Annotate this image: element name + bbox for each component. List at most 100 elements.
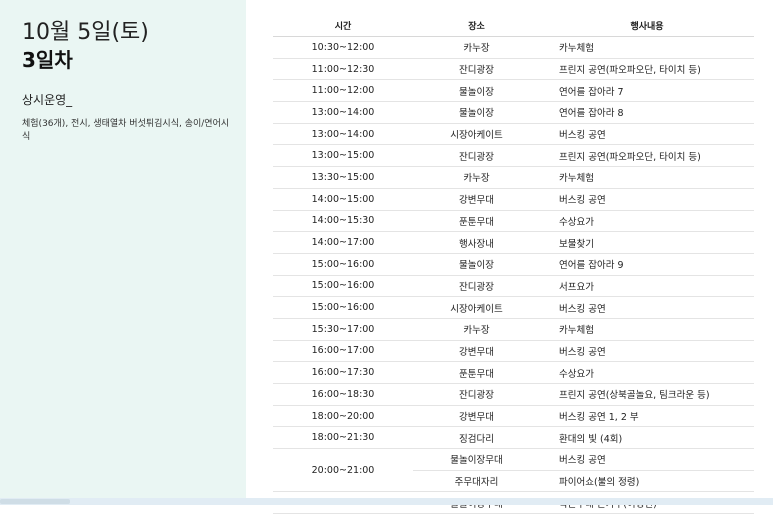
schedule-panel: 시간 장소 행사내용 10:30~12:00 카누장 카누체험 11:00~12:30… [246,0,773,514]
table-body: 10:30~12:00 카누장 카누체험 11:00~12:30 잔디광장 프린지 공연(… [273,37,754,450]
table-row: 14:00~15:30 푼툰무대 수상요가 [273,211,754,233]
table-header: 시간 장소 행사내용 [273,14,754,37]
table-row: 14:00~17:00 행사장내 보물찾기 [273,232,754,254]
cell-time: 13:30~15:00 [311,171,375,183]
table-row: 15:00~16:00 물놀이장 연어를 잡아라 9 [273,254,754,276]
cell-time: 18:00~21:30 [311,432,375,444]
cell-time: 13:00~15:00 [311,150,375,162]
table-row: 13:00~14:00 시장아케이트 버스킹 공연 [273,124,754,146]
cell-time: 15:00~16:00 [311,302,375,314]
cell-place: 강변무대 [459,346,494,358]
cell-event: 프린지 공연(상북골놀요, 팀크라운 등) [559,390,710,402]
table-row: 18:00~21:30 징검다리 환대의 빛 (4회) [273,427,754,450]
table-row: 11:00~12:00 물놀이장 연어를 잡아라 7 [273,80,754,103]
table-row: 18:00~20:00 강변무대 버스킹 공연 1, 2 부 [273,406,754,428]
cell-event: 파이어쇼(불의 정령) [559,477,640,489]
cell-event: 프린지 공연(파오파오단, 타이치 등) [559,65,701,77]
horizontal-scrollbar-track[interactable] [246,498,773,505]
table-row: 11:00~12:30 잔디광장 프린지 공연(파오파오단, 타이치 등) [273,59,754,81]
cell-time: 16:00~17:30 [311,367,375,379]
table-row-merged: 20:00~21:00 물놀이장무대 버스킹 공연 주무대자리 파이어쇼(불의 … [273,449,754,493]
cell-time: 14:00~15:30 [311,215,375,227]
cell-time: 16:00~17:00 [311,345,375,357]
table-row: 13:30~15:00 카누장 카누체험 [273,167,754,189]
merged-subrows: 물놀이장무대 버스킹 공연 주무대자리 파이어쇼(불의 정령) [413,449,754,491]
cell-event: 연어를 잡아라 9 [559,260,624,272]
table-row: 15:00~16:00 잔디광장 서프요가 [273,276,754,298]
cell-time: 10:30~12:00 [311,41,375,53]
cell-place: 카누장 [463,43,490,55]
cell-place: 카누장 [463,325,490,337]
cell-place: 카누장 [463,173,490,185]
cell-place: 징검다리 [459,433,494,445]
cell-place: 시장아케이트 [450,130,503,142]
section-title: 상시운영_ [22,93,73,107]
cell-event: 연어를 잡아라 8 [559,108,624,120]
cell-time: 11:00~12:00 [311,85,375,97]
cell-event: 서프요가 [559,281,594,293]
cell-time: 13:00~14:00 [311,106,375,118]
cell-place: 물놀이장무대 [450,455,503,467]
cell-time: 20:00~21:00 [311,464,375,476]
cell-time: 18:00~20:00 [311,410,375,422]
cell-event: 버스킹 공연 [559,130,606,142]
cell-event: 수상요가 [559,216,594,228]
cell-time: 15:00~16:00 [311,280,375,292]
cell-event: 환대의 빛 (4회) [559,433,623,445]
table-row: 10:30~12:00 카누장 카누체험 [273,37,754,59]
cell-time: 13:00~14:00 [311,128,375,140]
cell-event: 연어를 잡아라 7 [559,86,624,98]
cell-event: 버스킹 공연 [559,195,606,207]
cell-event: 버스킹 공연 [559,455,606,467]
header-time: 시간 [334,21,352,32]
cell-place: 물놀이장 [459,108,494,120]
cell-place: 강변무대 [459,412,494,424]
cell-event: 버스킹 공연 1, 2 부 [559,412,639,424]
table-row: 16:00~17:00 강변무대 버스킹 공연 [273,341,754,363]
table-row: 16:00~18:30 잔디광장 프린지 공연(상북골놀요, 팀크라운 등) [273,384,754,406]
header-place: 장소 [468,21,485,32]
cell-place: 잔디광장 [459,390,494,402]
cell-place: 잔디광장 [459,65,494,77]
sidebar: 10월 5일(토) 3일차 상시운영_ 체험(36개), 전시, 생태열차 버섯… [0,0,246,505]
table-subrow: 물놀이장무대 버스킹 공연 [413,449,754,471]
cell-place: 강변무대 [459,195,494,207]
cell-place: 행사장내 [459,238,494,250]
table-row: 13:00~15:00 잔디광장 프린지 공연(파오파오단, 타이치 등) [273,145,754,168]
header-event: 행사내용 [630,21,664,32]
cell-place: 시장아케이트 [450,303,503,315]
cell-event: 카누체험 [559,325,594,337]
cell-time: 11:00~12:30 [311,63,375,75]
table-row: 15:00~16:00 시장아케이트 버스킹 공연 [273,297,754,319]
schedule-table: 시간 장소 행사내용 10:30~12:00 카누장 카누체험 11:00~12:30… [273,14,754,514]
cell-event: 수상요가 [559,368,594,380]
cell-place: 잔디광장 [459,281,494,293]
table-row: 16:00~17:30 푼툰무대 수상요가 [273,362,754,384]
cell-time: 14:00~15:00 [311,193,375,205]
cell-event: 카누체험 [559,43,594,55]
cell-place: 주무대자리 [454,477,499,489]
horizontal-scrollbar-left[interactable] [0,498,246,505]
cell-event: 프린지 공연(파오파오단, 타이치 등) [559,151,701,163]
cell-time: 15:30~17:00 [311,323,375,335]
table-row: 15:30~17:00 카누장 카누체험 [273,319,754,341]
cell-place: 물놀이장 [459,86,494,98]
scrollbar-thumb[interactable] [0,499,70,504]
cell-place: 푼툰무대 [459,368,494,380]
table-row: 14:00~15:00 강변무대 버스킹 공연 [273,189,754,211]
date-title: 10월 5일(토) [22,20,149,45]
cell-event: 버스킹 공연 [559,303,606,315]
cell-place: 잔디광장 [459,151,494,163]
section-description: 체험(36개), 전시, 생태열차 버섯튀김시식, 송이/연어시식 [22,119,230,142]
cell-event: 보물찾기 [559,238,594,250]
cell-place: 푼툰무대 [459,216,494,228]
day-title: 3일차 [22,48,73,72]
cell-event: 버스킹 공연 [559,346,606,358]
cell-time: 14:00~17:00 [311,237,375,249]
table-subrow: 주무대자리 파이어쇼(불의 정령) [413,471,754,492]
cell-time: 16:00~18:30 [311,388,375,400]
cell-place: 물놀이장 [459,260,494,272]
table-row: 13:00~14:00 물놀이장 연어를 잡아라 8 [273,102,754,124]
cell-time: 15:00~16:00 [311,258,375,270]
cell-event: 카누체험 [559,173,594,185]
